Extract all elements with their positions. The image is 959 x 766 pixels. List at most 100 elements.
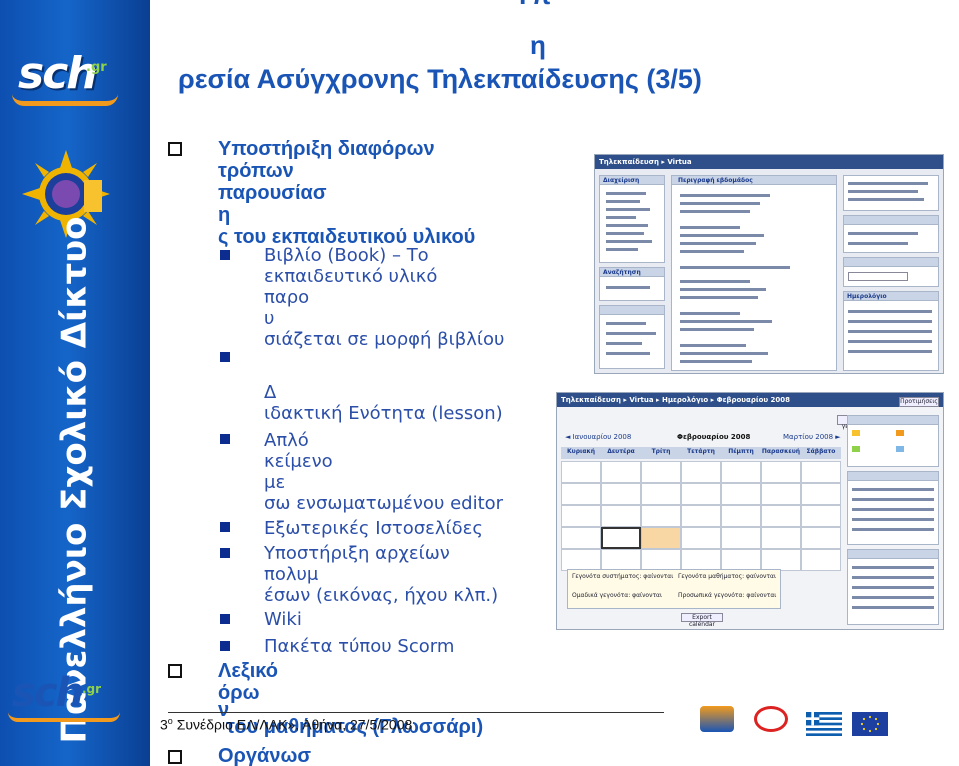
calendar-day-cell[interactable] bbox=[601, 549, 641, 571]
calendar-day-cell[interactable] bbox=[801, 527, 841, 549]
outline-subitem: Εξωτερικές Ιστοσελίδες bbox=[264, 518, 483, 539]
outline-subitem: Πακέτα τύπου Scorm bbox=[264, 636, 454, 657]
events-key-block bbox=[847, 415, 939, 467]
calendar-day-cell[interactable] bbox=[641, 461, 681, 483]
footer-number: 3 bbox=[160, 716, 168, 733]
outline-line: πολυμ bbox=[264, 564, 319, 585]
outline-line: Υποστήριξη διαφόρων bbox=[218, 138, 435, 160]
preferences-button[interactable]: Προτιμήσεις bbox=[899, 397, 939, 407]
calendar-day-cell[interactable] bbox=[721, 549, 761, 571]
weekday-label: Κυριακή bbox=[567, 448, 595, 455]
export-calendar-button[interactable]: Export calendar bbox=[681, 613, 723, 628]
forum-search-block bbox=[843, 257, 939, 287]
square-bullet-icon bbox=[220, 250, 230, 260]
checkbox-bullet-icon bbox=[168, 664, 182, 678]
calendar-day-cell[interactable] bbox=[761, 505, 801, 527]
square-bullet-icon bbox=[220, 641, 230, 651]
checkbox-bullet-icon bbox=[168, 750, 182, 764]
calendar-day-cell[interactable] bbox=[801, 505, 841, 527]
weekday-label: Σάββατο bbox=[806, 448, 836, 455]
calendar-day-cell[interactable] bbox=[681, 549, 721, 571]
outline-line: Υποστήριξη αρχείων bbox=[264, 543, 450, 564]
legend-item: Γεγονότα μαθήματος: φαίνονται bbox=[678, 573, 776, 580]
calendar-day-cell[interactable] bbox=[561, 461, 601, 483]
calendar-day-cell[interactable] bbox=[601, 527, 641, 549]
sidebar-vertical-title: Πανελλήνιο Σχολικό Δίκτυο bbox=[20, 216, 130, 743]
square-bullet-icon bbox=[220, 434, 230, 444]
outline-line: παρο bbox=[264, 287, 310, 308]
calendar-day-cell[interactable] bbox=[681, 461, 721, 483]
admin-block: Διαχείριση bbox=[599, 175, 665, 263]
swoosh-icon bbox=[8, 712, 120, 722]
sidebar-vertical-text: Πανελλήνιο Σχολικό Δίκτυο bbox=[55, 216, 96, 744]
calendar-day-cell[interactable] bbox=[761, 549, 801, 571]
description-block bbox=[843, 175, 939, 211]
page-title-fragment-top: Υπ bbox=[514, 0, 551, 11]
calendar-day-cell[interactable] bbox=[641, 483, 681, 505]
outline-item: Υποστήριξη διαφόρων τρόπων παρουσίασ η ς… bbox=[218, 138, 475, 248]
course-page-screenshot: Τηλεκπαίδευση ▸ Virtua Διαχείριση Αναζήτ… bbox=[594, 154, 944, 374]
next-month-link[interactable]: Μαρτίου 2008 ► bbox=[783, 433, 841, 441]
outline-line: εκπαιδευτικό υλικό bbox=[264, 266, 438, 287]
calendar-day-cell[interactable] bbox=[561, 527, 601, 549]
calendar-day-cell[interactable] bbox=[641, 549, 681, 571]
calendar-day-cell[interactable] bbox=[761, 461, 801, 483]
calendar-legend: Γεγονότα συστήματος: φαίνονται Ομαδικά γ… bbox=[567, 569, 781, 609]
weekday-label: Παρασκευή bbox=[761, 448, 801, 455]
greek-flag-icon bbox=[806, 712, 842, 736]
calendar-day-cell[interactable] bbox=[721, 483, 761, 505]
prev-month-link[interactable]: ◄ Ιανουαρίου 2008 bbox=[565, 433, 631, 441]
calendar-day-cell[interactable] bbox=[641, 505, 681, 527]
legend-item: Προσωπικά γεγονότα: φαίνονται bbox=[678, 592, 777, 599]
calendar-day-cell[interactable] bbox=[601, 483, 641, 505]
sch-logo-bottom: sch .gr bbox=[8, 668, 128, 728]
calendar-day-cell[interactable] bbox=[721, 461, 761, 483]
calendar-day-cell[interactable] bbox=[601, 505, 641, 527]
calendar-day-cell[interactable] bbox=[801, 549, 841, 571]
outline-line: με bbox=[264, 472, 286, 493]
calendar-day-cell[interactable] bbox=[721, 505, 761, 527]
calendar-day-cell[interactable] bbox=[801, 483, 841, 505]
calendar-day-cell[interactable] bbox=[761, 527, 801, 549]
sch-logo-suffix: .gr bbox=[86, 60, 107, 75]
calendar-day-cell[interactable] bbox=[641, 527, 681, 549]
sch-logo-bottom-suffix: .gr bbox=[82, 682, 102, 696]
sch-logo-text: sch bbox=[18, 48, 98, 99]
calendar-day-cell[interactable] bbox=[561, 483, 601, 505]
current-month: Φεβρουαρίου 2008 bbox=[677, 433, 751, 441]
calendar-day-cell[interactable] bbox=[721, 527, 761, 549]
sch-logo: sch .gr bbox=[8, 44, 126, 116]
outline-line: η bbox=[218, 204, 231, 226]
weekday-label: Πέμπτη bbox=[728, 448, 754, 455]
calendar-day-cell[interactable] bbox=[681, 483, 721, 505]
eu-flag-icon bbox=[852, 712, 888, 736]
outline-line: Wiki bbox=[264, 609, 302, 630]
square-bullet-icon bbox=[220, 522, 230, 532]
sidebar: sch .gr Πανελλήνιο Σχολικό Δίκτυο bbox=[0, 0, 150, 766]
calendar-day-cell[interactable] bbox=[681, 527, 721, 549]
admin-block-title: Διαχείριση bbox=[603, 177, 640, 184]
course-page-titlebar: Τηλεκπαίδευση ▸ Virtua bbox=[595, 155, 943, 169]
calendar-day-cell[interactable] bbox=[801, 461, 841, 483]
calendar-day-cell[interactable] bbox=[601, 461, 641, 483]
outline-line: σιάζεται σε μορφή βιβλίου bbox=[264, 329, 505, 350]
mini-calendar-jan bbox=[847, 471, 939, 545]
calendar-day-cell[interactable] bbox=[681, 505, 721, 527]
course-page-title: Τηλεκπαίδευση ▸ Virtua bbox=[599, 158, 692, 166]
outline-item: Οργάνωσ bbox=[218, 745, 311, 766]
weekday-label: Τετάρτη bbox=[687, 448, 715, 455]
search-block: Αναζήτηση bbox=[599, 267, 665, 301]
at-sign-logo bbox=[754, 706, 788, 732]
outline-line: όρω bbox=[218, 682, 260, 704]
calendar-page-title: Τηλεκπαίδευση ▸ Virtua ▸ Ημερολόγιο ▸ Φε… bbox=[561, 396, 791, 404]
outline-line: Εξωτερικές Ιστοσελίδες bbox=[264, 518, 483, 539]
calendar-day-cell[interactable] bbox=[561, 505, 601, 527]
calendar-day-cell[interactable] bbox=[561, 549, 601, 571]
outline-line: σω ενσωματωμένου editor bbox=[264, 493, 504, 514]
legend-item: Ομαδικά γεγονότα: φαίνονται bbox=[572, 592, 663, 599]
sch-logo-bottom-text: sch bbox=[12, 670, 84, 716]
weekday-label: Τρίτη bbox=[651, 448, 671, 455]
outline-line: ν bbox=[218, 699, 230, 721]
calendar-day-cell[interactable] bbox=[761, 483, 801, 505]
calendar-titlebar: Τηλεκπαίδευση ▸ Virtua ▸ Ημερολόγιο ▸ Φε… bbox=[557, 393, 943, 407]
